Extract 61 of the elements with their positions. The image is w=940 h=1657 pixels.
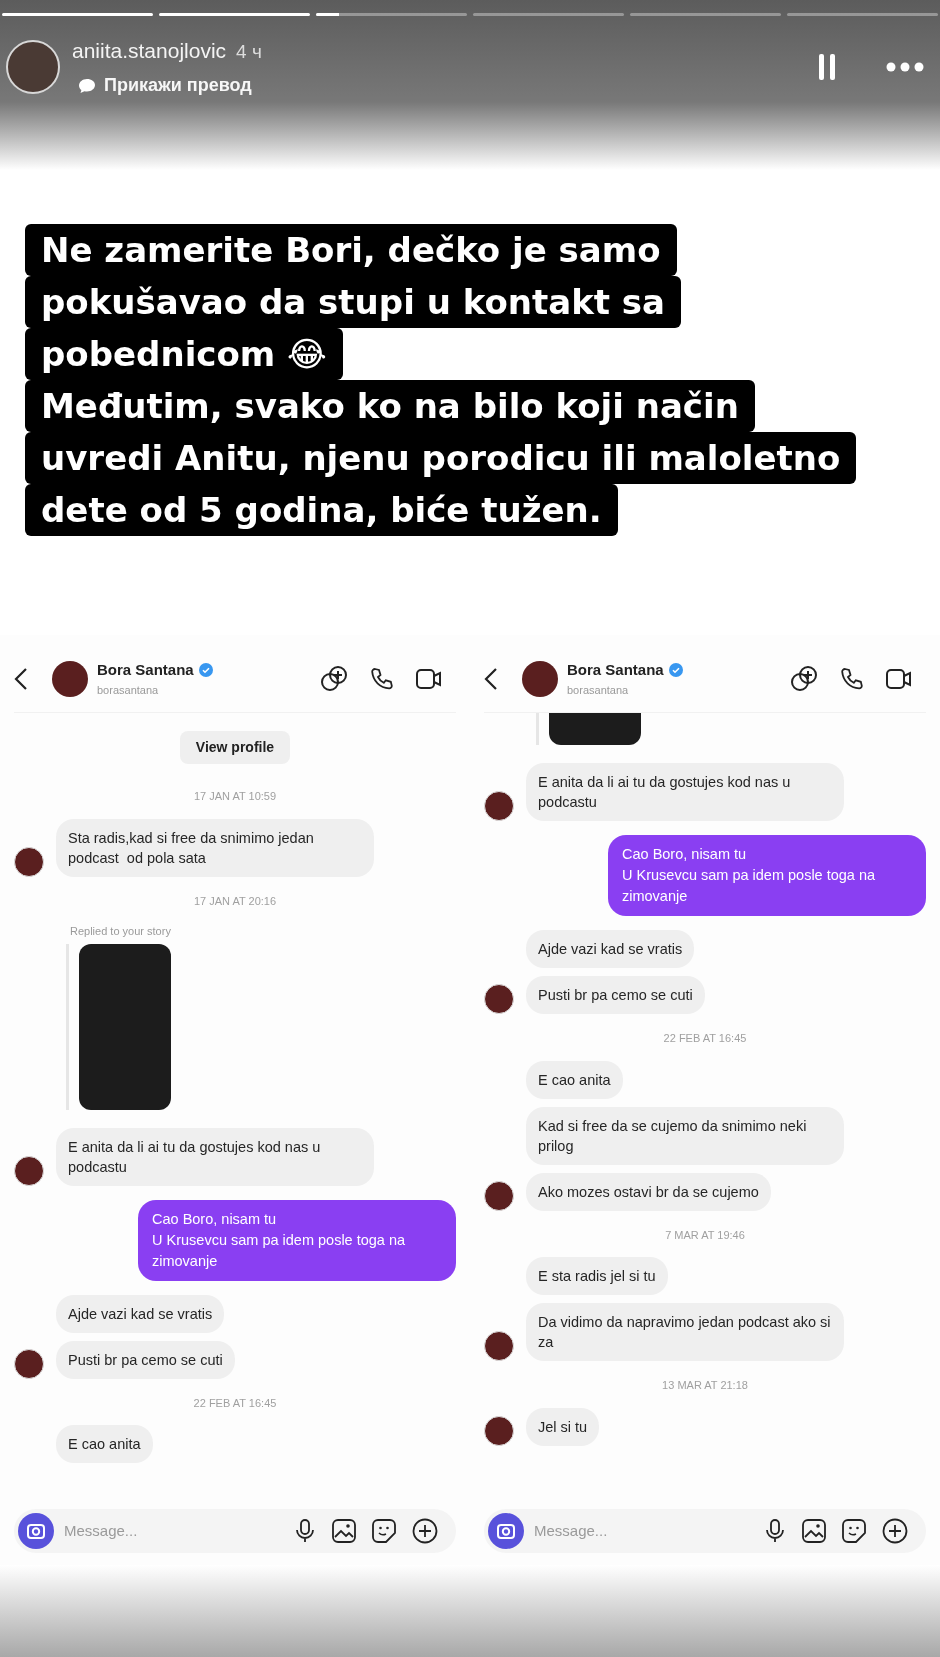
plus-icon[interactable] [412, 1518, 438, 1544]
post-time: 4 ч [236, 39, 262, 64]
back-icon[interactable] [14, 666, 28, 691]
message-bubble: Pusti br pa cemo se cuti [56, 1340, 235, 1379]
caption-text: uvredi Anitu, njenu porodicu ili maloletno [25, 432, 857, 484]
microphone-icon[interactable] [294, 1519, 316, 1543]
effects-icon[interactable] [790, 664, 818, 693]
message-date: 22 FEB AT 16:45 [663, 1031, 747, 1046]
pause-icon[interactable] [818, 54, 836, 80]
photo-placeholder[interactable] [549, 713, 641, 745]
image-icon[interactable] [802, 1519, 826, 1543]
translate-link[interactable]: Прикажи превод [104, 72, 252, 100]
message-bubble: Pusti br pa cemo se cuti [526, 976, 705, 1014]
message-bubble: Ajde vazi kad se vratis [526, 930, 695, 968]
message-bubble: Ajde vazi kad se vratis [56, 1294, 225, 1333]
message-bubble: Cao Boro, nisam tu U Krusevcu sam pa idem posle toga na zimovanje [138, 1199, 456, 1281]
message-date: 13 MAR AT 21:18 [662, 1378, 748, 1393]
message-bubble: E cao anita [56, 1425, 153, 1463]
message-date: 22 FEB AT 16:45 [193, 1395, 277, 1411]
camera-icon[interactable] [488, 1513, 524, 1549]
more-icon[interactable] [886, 62, 924, 72]
contact-avatar[interactable] [52, 660, 88, 697]
contact-handle: borasantana [97, 682, 160, 698]
reply-label: Replied to your story [70, 924, 171, 939]
contact-avatar[interactable] [522, 660, 558, 697]
message-bubble: Ako mozes ostavi br da se cujemo [526, 1172, 771, 1211]
username[interactable]: aniita.stanojlovic [72, 34, 227, 67]
message-bubble: E anita da li ai tu da gostujes kod nas u podcastu [526, 763, 844, 821]
back-icon[interactable] [484, 666, 498, 691]
camera-icon[interactable] [18, 1513, 54, 1549]
caption-text: Međutim, svako ko na bilo koji način [25, 380, 755, 432]
caption-text: pokušavao da stupi u kontakt sa [25, 276, 682, 328]
contact-name[interactable]: Bora Santana [97, 659, 194, 682]
message-bubble: Cao Boro, nisam tu U Krusevcu sam pa idem posle toga na zimovanje [608, 835, 926, 916]
speech-bubble-icon [78, 77, 96, 94]
message-date: 17 JAN AT 20:16 [193, 893, 277, 909]
message-date: 7 MAR AT 19:46 [665, 1227, 745, 1243]
contact-handle: borasantana [567, 682, 630, 698]
message-bubble: E anita da li ai tu da gostujes kod nas u podcastu [56, 1127, 374, 1186]
video-camera-icon[interactable] [886, 667, 912, 690]
caption-text: dete od 5 godina, biće tužen. [25, 484, 618, 536]
sticker-icon[interactable] [842, 1519, 866, 1543]
caption-text: pobednicom 😂 [25, 328, 343, 380]
sticker-icon[interactable] [372, 1519, 396, 1543]
plus-icon[interactable] [882, 1518, 908, 1544]
message-bubble: E cao anita [526, 1060, 623, 1099]
caption-text: Ne zamerite Bori, dečko je samo [25, 224, 677, 276]
message-date: 17 JAN AT 10:59 [193, 789, 277, 804]
message-bubble: Da vidimo da napravimo jedan podcast ako si za [526, 1303, 844, 1361]
video-camera-icon[interactable] [416, 667, 442, 690]
message-bubble: Kad si free da se cujemo da snimimo neki prilog [526, 1106, 844, 1165]
microphone-icon[interactable] [764, 1519, 786, 1543]
phone-icon[interactable] [840, 666, 864, 691]
message-bubble: E sta radis jel si tu [526, 1257, 668, 1295]
image-icon[interactable] [332, 1519, 356, 1543]
view-profile-button[interactable]: View profile [179, 731, 291, 764]
message-bubble: Jel si tu [526, 1407, 600, 1446]
contact-name[interactable]: Bora Santana [567, 659, 664, 682]
phone-icon[interactable] [370, 666, 394, 691]
message-bubble: Sta radis,kad si free da snimimo jedan podcast od pola sata [56, 818, 374, 877]
effects-icon[interactable] [320, 664, 348, 693]
